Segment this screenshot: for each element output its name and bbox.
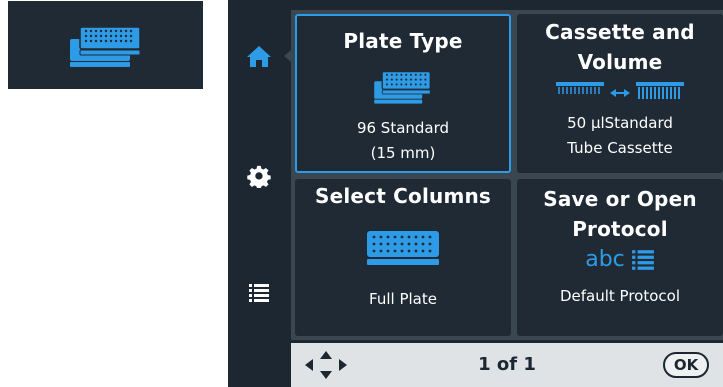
plate-type-value: 96 Standard <box>356 119 450 137</box>
footer-bar: 1 of 1 OK <box>291 343 723 387</box>
sidebar-item-list[interactable] <box>228 263 290 323</box>
list-icon <box>249 284 269 302</box>
stacked-plates-icon <box>374 71 431 104</box>
plate-type-title: Plate Type <box>343 29 463 53</box>
ok-button[interactable]: OK <box>663 352 709 378</box>
plate-thumbnail <box>8 1 203 89</box>
cassette-title-line2: Volume <box>577 50 663 74</box>
protocol-tile[interactable]: Save or Open Protocol abc Default Protoc… <box>517 179 723 336</box>
select-columns-value: Full Plate <box>369 290 437 308</box>
cassette-title-line1: Cassette and <box>545 20 695 44</box>
cassette-volume-icon <box>556 82 684 99</box>
plate-type-tile[interactable]: Plate Type 96 Standard (15 mm) <box>295 14 511 173</box>
select-columns-tile[interactable]: Select Columns Full Plate <box>295 179 511 336</box>
select-columns-title: Select Columns <box>314 184 492 208</box>
protocol-icon-group: abc <box>585 246 655 274</box>
plate-icon <box>367 231 439 265</box>
sidebar-item-home[interactable] <box>228 26 291 86</box>
stacked-plates-icon <box>69 26 141 67</box>
abc-text-icon: abc <box>585 247 625 272</box>
sidebar-item-settings[interactable] <box>228 146 290 206</box>
cassette-volume-tile[interactable]: Cassette and Volume 50 µlStandard Tube C… <box>517 14 723 173</box>
plate-type-height: (15 mm) <box>370 144 436 162</box>
home-icon <box>247 46 271 67</box>
protocol-value: Default Protocol <box>559 287 681 305</box>
cassette-type-value: Tube Cassette <box>567 139 673 157</box>
cassette-volume-value: 50 µlStandard <box>567 114 673 132</box>
gear-icon <box>247 165 271 188</box>
tile-grid: Plate Type 96 Standard (15 mm) Cassette … <box>291 10 723 340</box>
page-indicator: 1 of 1 <box>478 354 536 375</box>
instrument-screen: Plate Type 96 Standard (15 mm) Cassette … <box>228 0 723 387</box>
protocol-title-line1: Save or Open <box>543 187 697 211</box>
protocol-title-line2: Protocol <box>572 217 668 241</box>
protocol-list-icon <box>631 250 654 270</box>
sidebar <box>228 0 291 387</box>
